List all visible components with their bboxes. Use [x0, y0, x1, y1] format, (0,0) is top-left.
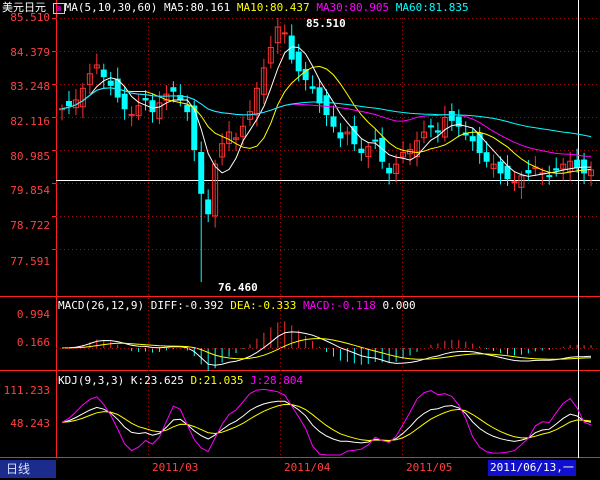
kdj-j-value: J:28.804: [250, 374, 304, 387]
price-tick-label: 82.116: [10, 115, 50, 128]
price-tick-label: 80.985: [10, 150, 50, 163]
price-tick-label: 85.510: [10, 11, 50, 24]
price-tick-label: 78.722: [10, 219, 50, 232]
candle-body: [65, 100, 72, 107]
ma-indicator-name: MA(5,10,30,60): [64, 1, 158, 14]
candle-body: [184, 104, 191, 113]
macd-tick-label: 0.166: [16, 336, 50, 349]
price-tick-label: 84.379: [10, 46, 50, 59]
ma10-value: MA10:80.437: [236, 1, 310, 14]
candle-body: [553, 168, 560, 171]
candle-body: [525, 170, 532, 174]
x-axis-label: 2011/05: [406, 461, 453, 474]
candle-body: [379, 137, 386, 162]
macd-panel-header: MACD(26,12,9) DIFF:-0.392 DEA:-0.333 MAC…: [58, 299, 416, 312]
cursor-date-label: 2011/06/13,一: [488, 460, 576, 476]
kdj-panel-header: KDJ(9,3,3) K:23.625 D:21.035 J:28.804: [58, 374, 303, 387]
x-axis-label: 2011/03: [152, 461, 199, 474]
candle-body: [198, 151, 205, 194]
candle-body: [191, 105, 198, 151]
macd-series: [56, 321, 600, 372]
macd-indicator-name: MACD(26,12,9): [58, 299, 145, 312]
high-price-label: 85.510: [306, 17, 346, 30]
candle-body: [469, 136, 476, 142]
candle-body: [372, 139, 379, 142]
price-panel-header: 美元日元 ⊠ MA(5,10,30,60) MA5:80.161 MA10:80.…: [2, 1, 469, 14]
candle-body: [448, 111, 455, 121]
price-tick-label: 83.248: [10, 80, 50, 93]
low-price-label: 76.460: [218, 281, 258, 294]
candle-body: [427, 125, 434, 128]
ma-toggle-icon[interactable]: ⊠: [52, 3, 65, 14]
candle-body: [504, 165, 511, 180]
macd-extra-value: 0.000: [382, 299, 416, 312]
kdj-k-value: K:23.625: [130, 374, 184, 387]
candle-body: [295, 51, 302, 72]
kdj-indicator-name: KDJ(9,3,3): [58, 374, 125, 387]
candlestick-series: [59, 18, 595, 282]
candle-body: [121, 93, 128, 110]
ma30-value: MA30:80.905: [316, 1, 390, 14]
chart-canvas[interactable]: [0, 0, 600, 480]
candle-body: [309, 86, 316, 89]
kdj-tick-label: 48.243: [10, 417, 50, 430]
candle-body: [386, 167, 393, 174]
macd-tick-label: 0.994: [16, 308, 50, 321]
candle-body: [59, 108, 65, 111]
kdj-d-value: D:21.035: [190, 374, 244, 387]
candle-body: [100, 69, 107, 78]
candle-body: [205, 199, 212, 215]
price-tick-label: 77.591: [10, 255, 50, 268]
candle-body: [434, 130, 441, 133]
candle-body: [511, 181, 518, 184]
candle-body: [142, 98, 149, 101]
candle-body: [358, 148, 365, 153]
kdj-series: [61, 388, 592, 456]
ma60-value: MA60:81.835: [395, 1, 469, 14]
ma5-value: MA5:80.161: [163, 1, 231, 14]
candle-body: [483, 152, 490, 162]
candle-body: [337, 132, 344, 139]
candle-body: [316, 87, 323, 104]
x-axis-label: 2011/04: [284, 461, 331, 474]
kdj-k-line: [61, 400, 592, 444]
kdj-d-line: [61, 403, 592, 442]
macd-dea-value: DEA:-0.333: [230, 299, 297, 312]
candle-body: [546, 175, 553, 178]
candle-body: [497, 161, 504, 174]
period-tab-daily[interactable]: 日线: [0, 460, 56, 478]
candle-body: [330, 116, 337, 127]
candle-body: [281, 32, 288, 35]
kdj-j-line: [61, 388, 592, 456]
price-tick-label: 79.854: [10, 184, 50, 197]
candle-body: [149, 100, 156, 113]
candle-body: [323, 95, 330, 116]
macd-diff-value: DIFF:-0.392: [150, 299, 224, 312]
macd-macd-value: MACD:-0.118: [303, 299, 376, 312]
candle-body: [107, 80, 114, 86]
candle-body: [288, 35, 295, 60]
candle-body: [581, 159, 588, 174]
kdj-tick-label: 111.233: [3, 384, 50, 397]
candle-body: [574, 159, 581, 168]
candle-body: [170, 87, 177, 92]
